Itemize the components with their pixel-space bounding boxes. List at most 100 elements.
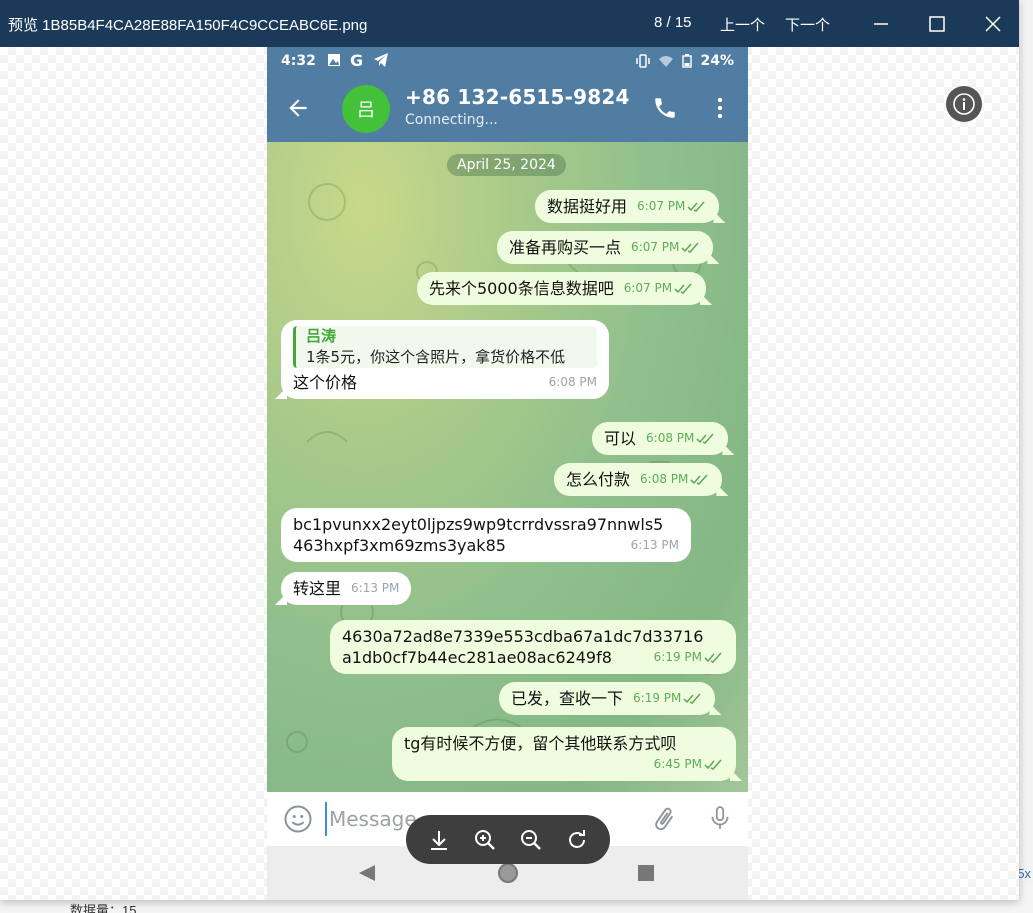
message-meta: 6:19 PM (633, 688, 703, 709)
prev-image-button[interactable]: 上一个 (720, 14, 765, 35)
call-button[interactable] (652, 95, 678, 125)
system-recents-button[interactable] (637, 864, 655, 886)
double-check-icon (704, 758, 722, 770)
more-options-button[interactable] (711, 95, 729, 125)
contact-status: Connecting... (405, 112, 498, 128)
rotate-icon (569, 829, 585, 848)
circle-home-icon (498, 863, 518, 883)
back-button[interactable] (285, 95, 311, 125)
message-meta: 6:07 PM (631, 237, 701, 258)
message-body: 这个价格 6:08 PM (293, 372, 597, 393)
message-text: tg有时候不方便，留个其他联系方式呗 (404, 734, 677, 753)
zoom-in-button[interactable] (470, 825, 500, 855)
google-icon: G (350, 52, 363, 68)
contact-name[interactable]: +86 132-6515-9824 (405, 85, 630, 109)
system-back-button[interactable] (357, 863, 377, 887)
message-time: 6:08 PM (548, 375, 597, 389)
message-text: 怎么付款 (566, 470, 631, 489)
maximize-button[interactable] (922, 10, 952, 38)
more-vertical-icon (717, 97, 723, 119)
message-bubble-incoming[interactable]: 吕涛 1条5元，你这个含照片，拿货价格不低 这个价格 6:08 PM (281, 320, 609, 399)
phone-icon (655, 98, 675, 118)
triangle-back-icon (359, 865, 375, 881)
double-check-icon (681, 241, 699, 253)
viewer-toolbar (406, 815, 610, 864)
double-check-icon (704, 651, 722, 663)
battery-percent: 24% (700, 53, 734, 69)
zoom-out-icon (521, 829, 541, 850)
message-time: 6:07 PM (637, 199, 686, 213)
message-bubble-incoming[interactable]: 转这里 6:13 PM (281, 572, 412, 605)
message-text: 先来个5000条信息数据吧 (429, 279, 614, 298)
chat-area: April 25, 2024 数据挺好用 6:07 PM 准备再购买一点 6:07 … (267, 142, 748, 792)
message-time: 6:08 PM (640, 472, 689, 486)
emoji-button[interactable] (283, 804, 313, 838)
message-bubble-outgoing[interactable]: 可以 6:08 PM (592, 422, 729, 455)
attach-button[interactable] (650, 804, 678, 838)
microphone-icon (711, 806, 729, 829)
message-text: 这个价格 (293, 373, 358, 392)
message-meta: 6:07 PM (637, 196, 707, 217)
close-icon (985, 16, 1001, 32)
message-text: 准备再购买一点 (509, 238, 622, 257)
message-bubble-incoming[interactable]: bc1pvunxx2eyt0ljpzs9wp9tcrrdvssra97nnwls… (281, 508, 691, 562)
message-meta: 6:45 PM (654, 754, 724, 775)
telegram-icon (374, 53, 388, 67)
message-body: a1db0cf7b44ec281ae08ac6249f8 6:19 PM (342, 647, 724, 668)
next-image-button[interactable]: 下一个 (785, 14, 830, 35)
zoom-out-button[interactable] (516, 825, 546, 855)
message-body: 463hxpf3xm69zms3yak85 6:13 PM (293, 535, 679, 556)
message-bubble-outgoing[interactable]: 4630a72ad8e7339e553cdba67a1dc7d33716 a1d… (330, 620, 736, 674)
download-button[interactable] (424, 825, 454, 855)
message-bubble-outgoing[interactable]: 准备再购买一点 6:07 PM (497, 231, 714, 264)
smiley-icon (284, 805, 312, 833)
message-time: 6:13 PM (630, 538, 679, 552)
message-time: 6:07 PM (623, 281, 673, 295)
message-time: 6:08 PM (646, 431, 695, 445)
message-bubble-outgoing[interactable]: tg有时候不方便，留个其他联系方式呗 6:45 PM (392, 727, 736, 781)
status-right-icons: 24% (636, 53, 734, 69)
info-icon (953, 93, 975, 115)
phone-screenshot: 4:32 G 24% 吕 +86 132-6515-9824 Connectin… (267, 47, 748, 900)
maximize-icon (929, 16, 945, 32)
contact-avatar[interactable]: 吕 (342, 85, 390, 133)
minimize-button[interactable] (866, 10, 896, 38)
message-text: 转这里 (293, 579, 342, 598)
info-button[interactable] (946, 86, 982, 122)
paperclip-icon (655, 807, 674, 831)
message-body: 6:45 PM (404, 754, 724, 775)
message-time: 6:19 PM (653, 650, 702, 664)
message-time: 6:19 PM (633, 691, 682, 705)
window-title: 预览 1B85B4F4CA28E88FA150F4C9CCEABC6E.png (8, 17, 368, 34)
message-time: 6:07 PM (631, 240, 680, 254)
close-button[interactable] (978, 10, 1008, 38)
double-check-icon (683, 692, 701, 704)
message-time: 6:45 PM (653, 757, 702, 771)
message-text-line1: 4630a72ad8e7339e553cdba67a1dc7d33716 (342, 627, 704, 646)
status-left-icons: G (327, 52, 389, 68)
voice-record-button[interactable] (707, 802, 733, 838)
double-check-icon (690, 473, 708, 485)
message-text-line1: bc1pvunxx2eyt0ljpzs9wp9tcrrdvssra97nnwls… (293, 515, 664, 534)
message-text: 已发，查收一下 (511, 689, 624, 708)
message-bubble-outgoing[interactable]: 怎么付款 6:08 PM (554, 463, 723, 496)
message-meta: 6:08 PM (646, 428, 716, 449)
message-text-line2: 463hxpf3xm69zms3yak85 (293, 536, 506, 555)
desktop-bottom-text: 数据量：15 (70, 903, 137, 913)
message-text-line2: a1db0cf7b44ec281ae08ac6249f8 (342, 648, 612, 667)
double-check-icon (674, 282, 692, 294)
reply-sender: 吕涛 (306, 327, 337, 345)
square-recents-icon (638, 865, 654, 881)
preview-window: 预览 1B85B4F4CA28E88FA150F4C9CCEABC6E.png … (0, 0, 1019, 900)
message-meta: 6:08 PM (640, 469, 710, 490)
reply-text: 1条5元，你这个含照片，拿货价格不低 (306, 348, 566, 366)
message-bubble-outgoing[interactable]: 已发，查收一下 6:19 PM (499, 682, 716, 715)
rotate-button[interactable] (562, 825, 592, 855)
message-bubble-outgoing[interactable]: 先来个5000条信息数据吧 6:07 PM (417, 272, 707, 305)
system-home-button[interactable] (497, 862, 519, 888)
chat-header: 吕 +86 132-6515-9824 Connecting... (267, 75, 748, 142)
reply-quote[interactable]: 吕涛 1条5元，你这个含照片，拿货价格不低 (293, 326, 597, 368)
message-bubble-outgoing[interactable]: 数据挺好用 6:07 PM (535, 190, 720, 223)
zoom-in-icon (475, 829, 495, 850)
window-titlebar: 预览 1B85B4F4CA28E88FA150F4C9CCEABC6E.png … (0, 0, 1019, 47)
